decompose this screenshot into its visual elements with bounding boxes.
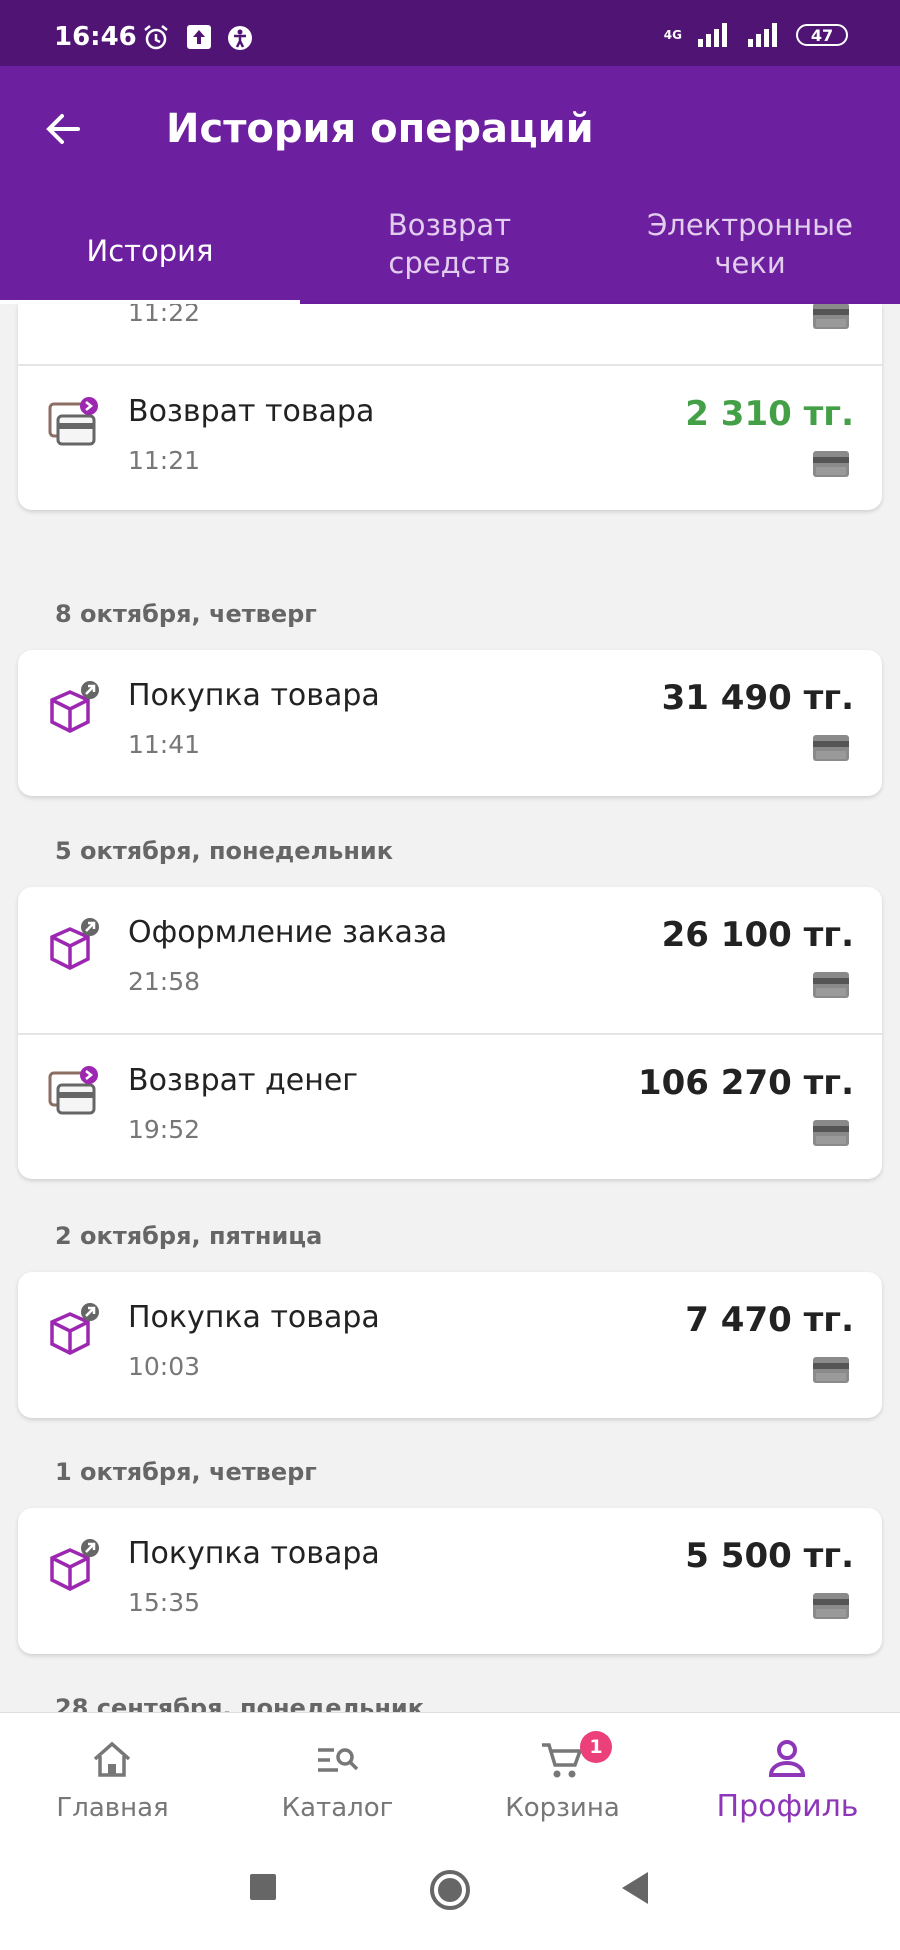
nav-cart-label: Корзина — [505, 1793, 620, 1823]
back-button-icon[interactable] — [620, 1870, 650, 1906]
operations-card: Покупка товара 15:35 5 500 тг. — [18, 1508, 882, 1654]
operations-card: Покупка товара 11:41 31 490 тг. — [18, 650, 882, 796]
operation-time: 15:35 — [128, 1588, 201, 1617]
operation-row[interactable]: Покупка товара 10:03 7 470 тг. — [18, 1272, 882, 1418]
status-bar: 16:46 4G 47 — [0, 0, 900, 66]
status-indicators: 4G 47 — [664, 22, 848, 48]
bottom-navigation: Главная Каталог 1 Корзина Профиль — [0, 1712, 900, 1841]
card-icon — [812, 1119, 850, 1147]
tab-history[interactable]: История — [50, 232, 250, 270]
battery-indicator: 47 — [796, 24, 848, 46]
operations-card: Покупка товара 10:03 7 470 тг. — [18, 1272, 882, 1418]
nav-catalog-label: Каталог — [281, 1793, 394, 1823]
status-time: 16:46 — [54, 22, 137, 52]
operation-title: Покупка товара — [128, 1300, 380, 1335]
operation-title: Оформление заказа — [128, 915, 448, 950]
date-header: 1 октября, четверг — [55, 1458, 317, 1486]
card-icon — [812, 450, 850, 478]
nav-profile[interactable]: Профиль — [675, 1713, 900, 1841]
operations-card: Оформление заказа 21:58 26 100 тг. Возврат … — [18, 887, 882, 1179]
refund-card-icon — [46, 1065, 104, 1123]
refund-card-icon — [46, 304, 104, 306]
operation-row[interactable]: Возврат товара 11:21 2 310 тг. — [18, 364, 882, 510]
operation-row[interactable]: Покупка товара 11:41 31 490 тг. — [18, 650, 882, 796]
purchase-box-icon — [46, 917, 104, 975]
card-icon — [812, 734, 850, 762]
tab-refunds[interactable]: Возврат средств — [362, 206, 537, 282]
purchase-box-icon — [46, 680, 104, 738]
date-header: 8 октября, четверг — [55, 600, 317, 628]
operation-title: Покупка товара — [128, 1536, 380, 1571]
card-icon — [812, 971, 850, 999]
back-arrow-icon[interactable] — [38, 104, 88, 154]
operation-amount: 31 490 тг. — [661, 678, 854, 718]
home-button-icon[interactable] — [428, 1868, 472, 1912]
operation-time: 19:52 — [128, 1115, 201, 1144]
operation-row[interactable]: Возврат денег11:222 310 тг. — [18, 304, 882, 364]
alarm-icon — [144, 25, 168, 50]
profile-icon — [768, 1740, 806, 1777]
tab-e-receipts[interactable]: Электронные чеки — [630, 206, 870, 282]
upload-icon — [187, 25, 211, 49]
operation-time: 11:41 — [128, 730, 201, 759]
operation-amount: 26 100 тг. — [661, 915, 854, 955]
page-title: История операций — [166, 106, 594, 152]
system-navigation-bar — [0, 1840, 900, 1950]
operation-row[interactable]: Оформление заказа 21:58 26 100 тг. — [18, 887, 882, 1033]
operation-time: 10:03 — [128, 1352, 201, 1381]
nav-catalog[interactable]: Каталог — [225, 1713, 450, 1841]
operation-row[interactable]: Возврат денег 19:52 106 270 тг. — [18, 1033, 882, 1179]
operation-title: Возврат товара — [128, 394, 375, 429]
purchase-box-icon — [46, 1302, 104, 1360]
nav-cart[interactable]: 1 Корзина — [450, 1713, 675, 1841]
operation-title: Возврат денег — [128, 1063, 359, 1098]
refund-card-icon — [46, 396, 104, 454]
signal-icon — [698, 23, 727, 47]
operation-row[interactable]: Покупка товара 15:35 5 500 тг. — [18, 1508, 882, 1654]
network-type: 4G — [663, 28, 682, 42]
app-bar: История операций История Возврат средств… — [0, 66, 900, 304]
purchase-box-icon — [46, 1538, 104, 1596]
operation-amount: 7 470 тг. — [685, 1300, 854, 1340]
operation-time: 11:22 — [128, 304, 201, 327]
recent-apps-icon[interactable] — [248, 1872, 278, 1902]
card-icon — [812, 304, 850, 330]
cart-badge: 1 — [580, 1731, 612, 1763]
operation-amount: 5 500 тг. — [685, 1536, 854, 1576]
operation-time: 21:58 — [128, 967, 201, 996]
card-icon — [812, 1592, 850, 1620]
operation-time: 11:21 — [128, 446, 201, 475]
nav-home-label: Главная — [56, 1793, 169, 1823]
catalog-search-icon — [318, 1748, 359, 1772]
operation-amount: 106 270 тг. — [637, 1063, 854, 1103]
home-icon — [93, 1741, 131, 1777]
nav-home[interactable]: Главная — [0, 1713, 225, 1841]
operation-amount: 2 310 тг. — [685, 394, 854, 434]
card-icon — [812, 1356, 850, 1384]
signal-icon-2 — [748, 23, 777, 47]
operation-title: Покупка товара — [128, 678, 380, 713]
accessibility-icon — [228, 26, 252, 50]
nav-profile-label: Профиль — [716, 1789, 859, 1824]
date-header: 2 октября, пятница — [55, 1222, 323, 1250]
operations-card: Возврат денег11:222 310 тг.Возврат товар… — [18, 304, 882, 510]
date-header: 5 октября, понедельник — [55, 837, 394, 865]
